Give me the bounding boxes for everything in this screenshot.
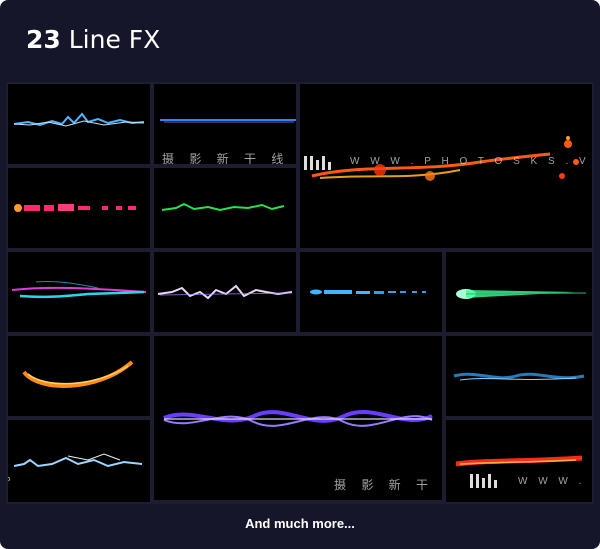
blue-wave-particles bbox=[453, 372, 585, 381]
effect-tile-orange-arc bbox=[8, 336, 150, 416]
more-label: And much more... bbox=[245, 516, 355, 531]
effect-tile-white-blue-zap: P bbox=[8, 420, 150, 502]
effect-count: 23 bbox=[26, 25, 61, 54]
orange-arc bbox=[22, 360, 134, 388]
effects-preview-grid: 摄 影 新 干 线 W W W . P H O T O S K S . V I … bbox=[6, 82, 594, 504]
effect-tile-magenta-cyan-swoosh bbox=[8, 252, 150, 332]
effect-tile-white-violet-spikes bbox=[154, 252, 296, 332]
effect-tile-fire-trail: W W W . P H O T O S K S . V I P bbox=[300, 84, 592, 248]
page-title: 23 Line FX bbox=[26, 24, 160, 56]
blue-lightning-line bbox=[13, 112, 145, 127]
green-zigzag-line bbox=[161, 202, 285, 212]
watermark-cn: 摄 影 新 干 线 bbox=[334, 478, 442, 492]
effect-tile-blue-lightning bbox=[8, 84, 150, 164]
effect-tile-pink-dash bbox=[8, 168, 150, 248]
watermark-url: W W W . P H O bbox=[518, 476, 592, 487]
effect-tile-purple-twist: 摄 影 新 干 线 bbox=[154, 336, 442, 500]
watermark-edge-fragment: P bbox=[8, 476, 15, 487]
effect-tile-blue-wave bbox=[446, 336, 592, 416]
green-comet bbox=[456, 289, 587, 299]
watermark-logo bbox=[304, 156, 332, 170]
watermark-url: W W W . P H O T O S K S . V I P bbox=[350, 156, 592, 167]
white-violet-spikes bbox=[157, 284, 293, 300]
watermark-logo bbox=[470, 474, 498, 488]
effect-tile-green-zigzag bbox=[154, 168, 296, 248]
red-flame-streak bbox=[455, 455, 583, 467]
effect-tile-red-flame: W W W . P H O bbox=[446, 420, 592, 502]
effect-tile-cyan-dotted bbox=[300, 252, 442, 332]
product-card: 23 Line FX 摄 影 新 干 线 W W W . P H O T O S… bbox=[0, 0, 600, 549]
white-blue-zap bbox=[13, 453, 143, 468]
magenta-cyan-swoosh bbox=[11, 281, 147, 299]
title-text: Line FX bbox=[68, 25, 161, 54]
effect-tile-thin-blue-beam: 摄 影 新 干 线 bbox=[154, 84, 296, 164]
watermark-cn: 摄 影 新 干 线 bbox=[162, 152, 290, 164]
effect-tile-green-comet bbox=[446, 252, 592, 332]
cyan-dotted-beam bbox=[310, 289, 426, 295]
pink-dash-line bbox=[14, 204, 136, 212]
